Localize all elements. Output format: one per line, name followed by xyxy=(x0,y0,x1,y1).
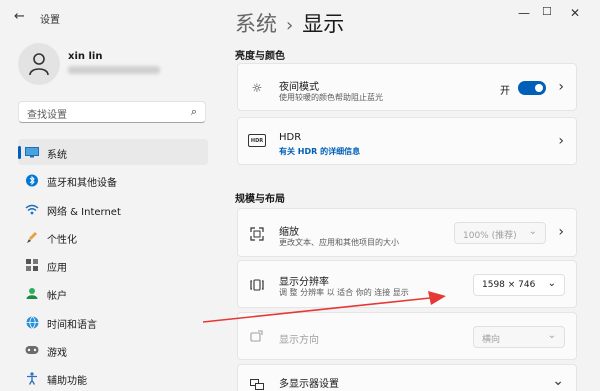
annotation-arrow xyxy=(202,291,446,323)
